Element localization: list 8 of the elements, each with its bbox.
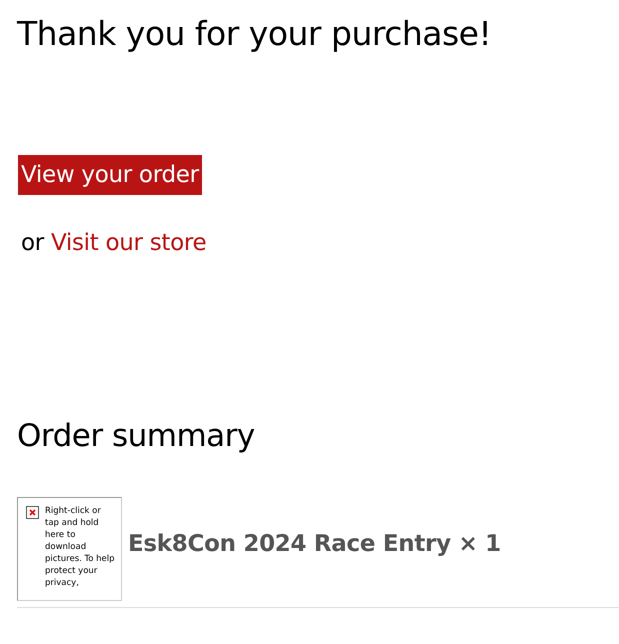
- page-heading: Thank you for your purchase!: [17, 14, 492, 54]
- product-title: Esk8Con 2024 Race Entry × 1: [128, 530, 501, 560]
- broken-image-icon: [26, 506, 39, 520]
- store-link[interactable]: Visit our store: [50, 230, 206, 256]
- image-notice: Right-click or tap and hold here to download pictures. To help protect your privacy,: [45, 505, 116, 590]
- view-order-button[interactable]: View your order: [18, 154, 202, 196]
- store-text: or Visit our store: [21, 229, 208, 258]
- section-heading: Order summary: [17, 418, 256, 456]
